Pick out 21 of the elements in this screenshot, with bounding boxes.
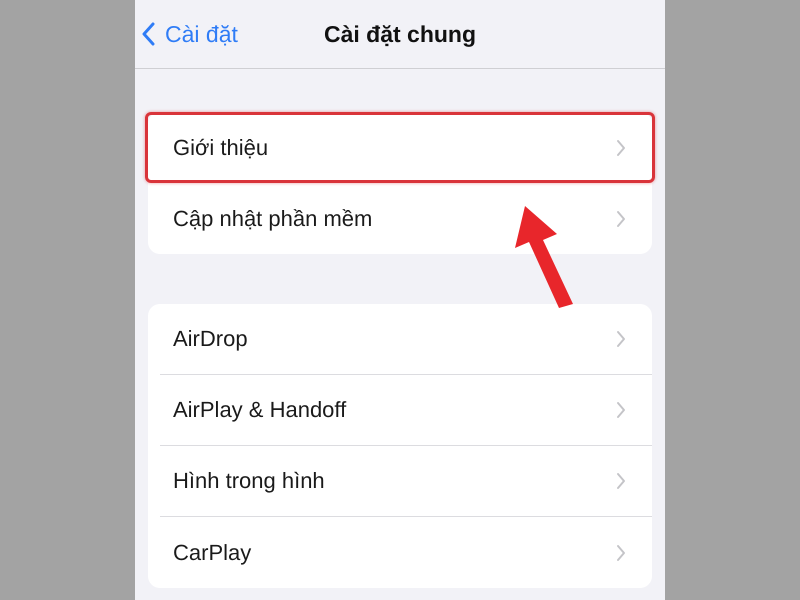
- back-button[interactable]: Cài đặt: [135, 20, 238, 48]
- chevron-icon: [616, 401, 626, 419]
- settings-row[interactable]: Cập nhật phần mềm: [160, 183, 652, 254]
- row-label: AirPlay & Handoff: [173, 397, 346, 423]
- row-label: CarPlay: [173, 540, 252, 566]
- row-label: AirDrop: [173, 326, 248, 352]
- chevron-icon: [616, 544, 626, 562]
- row-label: Cập nhật phần mềm: [173, 206, 372, 232]
- settings-row[interactable]: CarPlay: [160, 517, 652, 588]
- settings-row[interactable]: Giới thiệu: [145, 112, 655, 183]
- back-chevron-icon: [141, 22, 155, 46]
- row-label: Giới thiệu: [173, 134, 268, 160]
- chevron-icon: [616, 330, 626, 348]
- settings-row[interactable]: Hình trong hình: [160, 446, 652, 517]
- settings-row[interactable]: AirDrop: [160, 304, 652, 375]
- row-label: Hình trong hình: [173, 468, 325, 494]
- chevron-icon: [616, 472, 626, 490]
- screen-title: Cài đặt chung: [324, 20, 476, 48]
- chevron-icon: [616, 210, 626, 228]
- settings-row[interactable]: AirPlay & Handoff: [160, 375, 652, 446]
- chevron-icon: [616, 138, 626, 156]
